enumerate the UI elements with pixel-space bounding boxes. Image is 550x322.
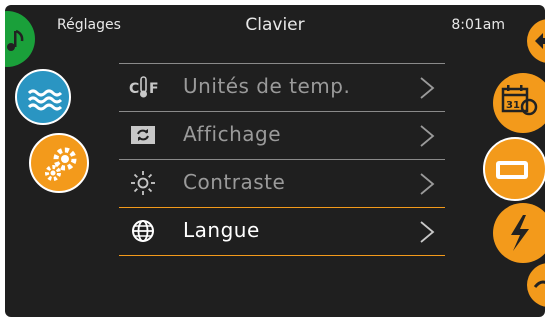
temperature-units-icon: C F [129,76,159,98]
display-button[interactable] [483,137,545,201]
menu-item-label: Langue [183,218,260,242]
water-button[interactable] [15,69,71,125]
menu-item-language[interactable]: Langue [119,207,445,256]
chevron-right-icon [420,221,435,243]
music-button[interactable] [5,11,35,67]
extra-button[interactable] [527,263,545,307]
back-icon [535,33,545,49]
lightning-icon [511,215,529,251]
calendar-icon: 31 [501,85,538,116]
calendar-date: 31 [506,100,520,111]
chevron-right-icon [420,125,435,147]
svg-text:F: F [149,81,159,97]
display-flip-icon [131,126,155,144]
clock: 8:01am [451,17,505,33]
menu-item-temperature-units[interactable]: C F Unités de temp. [119,63,445,111]
calendar-button[interactable]: 31 [493,73,545,133]
top-bar: Réglages Clavier 8:01am [5,5,545,45]
display-icon [496,161,528,179]
gears-icon [45,147,77,181]
settings-menu: C F Unités de temp. Affichage Contraste … [119,63,445,256]
menu-item-display[interactable]: Affichage [119,111,445,159]
water-icon [27,89,63,111]
svg-text:C: C [129,81,139,97]
brightness-icon [131,171,155,195]
globe-icon [132,220,154,242]
music-icon [7,29,24,51]
lightning-button[interactable] [493,203,545,263]
back-button[interactable] [527,19,545,63]
keypad-settings-screen: Réglages Clavier 8:01am 31 C F Unités de… [5,5,545,317]
menu-item-label: Contraste [183,170,286,194]
other-icon [533,280,545,288]
menu-item-contrast[interactable]: Contraste [119,159,445,207]
menu-item-label: Unités de temp. [183,74,351,98]
settings-button[interactable] [29,133,89,193]
chevron-right-icon [420,77,435,99]
menu-item-label: Affichage [183,122,282,146]
chevron-right-icon [420,173,435,195]
